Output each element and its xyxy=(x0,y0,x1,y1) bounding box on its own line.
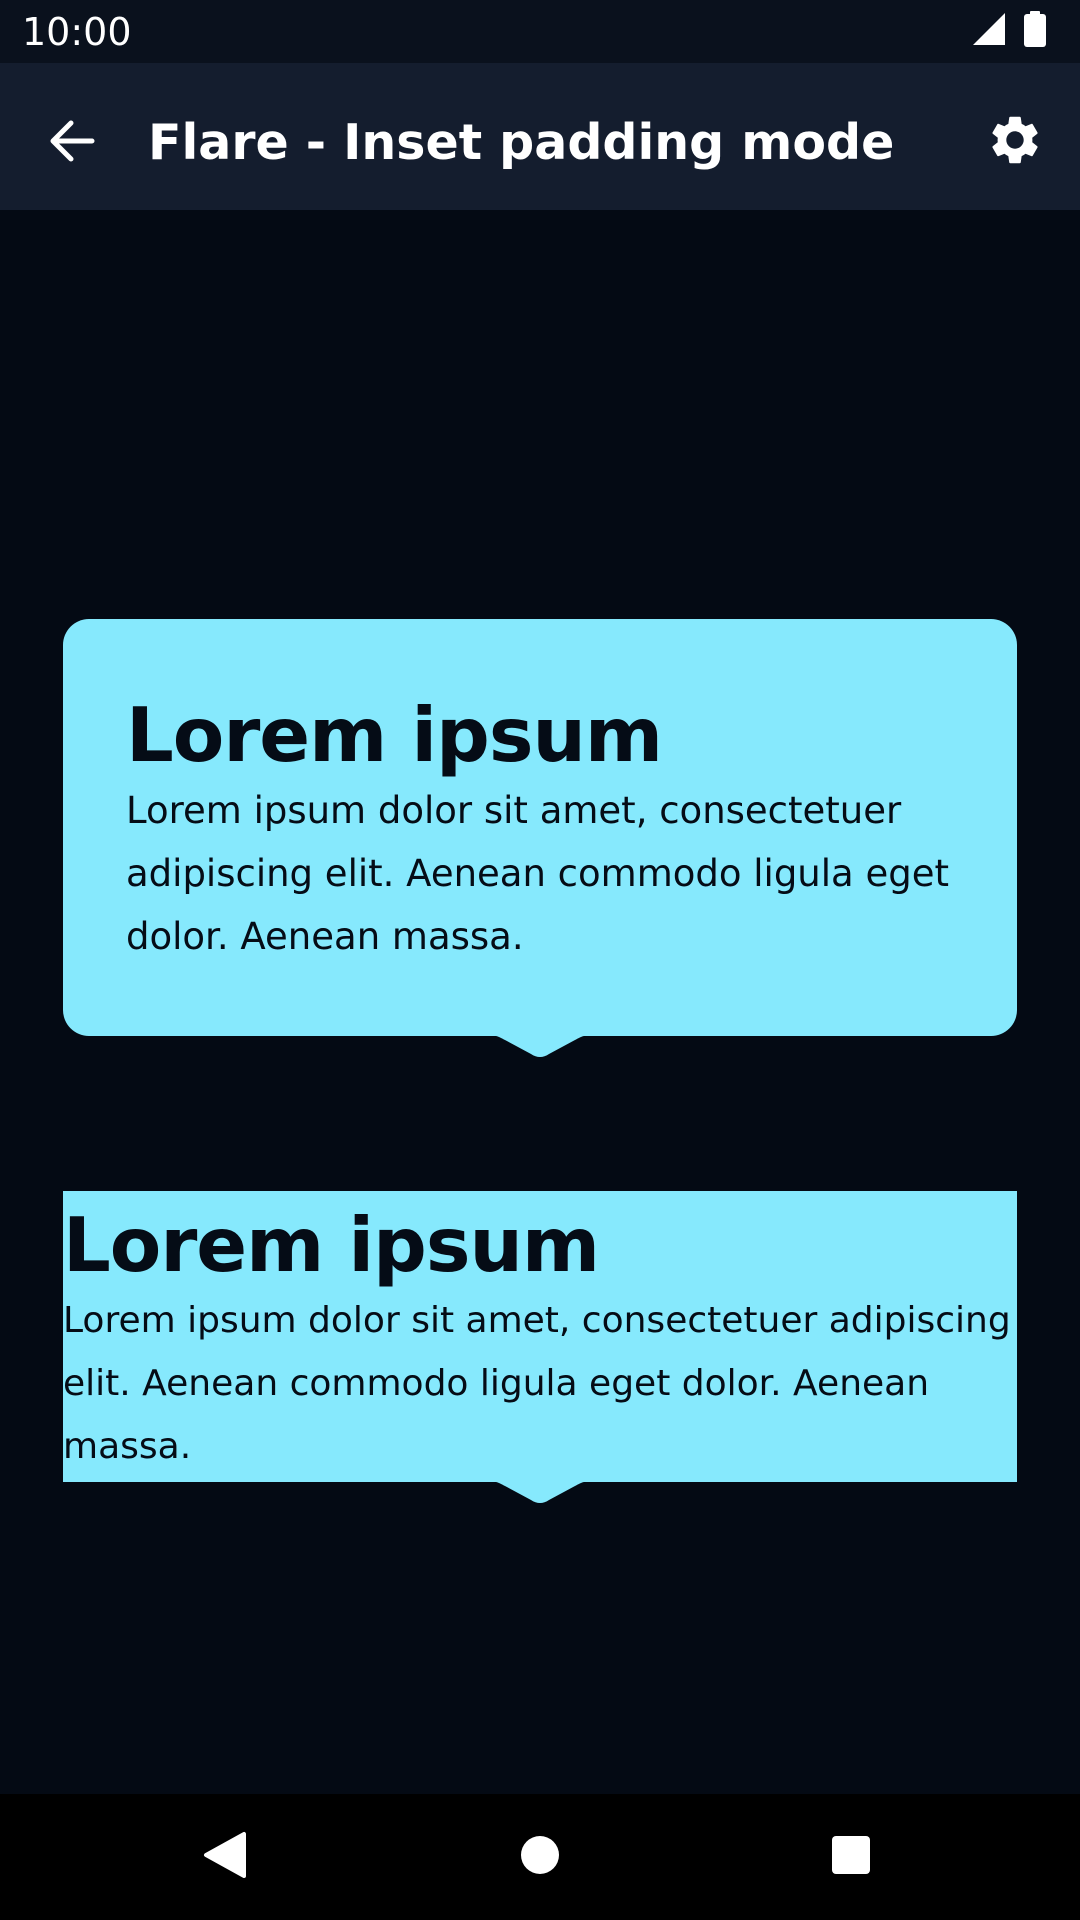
tooltip-body: Lorem ipsum dolor sit amet, consectetuer… xyxy=(126,789,949,958)
nav-recents-button[interactable] xyxy=(820,1826,882,1888)
home-circle-icon xyxy=(520,1835,560,1879)
tooltip-rounded: Lorem ipsum Lorem ipsum dolor sit amet, … xyxy=(63,619,1017,1036)
cell-signal-icon xyxy=(972,12,1006,50)
tooltip-body: Lorem ipsum dolor sit amet, consectetuer… xyxy=(63,1300,1011,1467)
tooltip-square: Lorem ipsum Lorem ipsum dolor sit amet, … xyxy=(63,1191,1017,1482)
nav-home-button[interactable] xyxy=(509,1826,571,1888)
app-bar: Flare - Inset padding mode xyxy=(0,63,1080,210)
status-time: 10:00 xyxy=(22,10,132,54)
tooltip-title: Lorem ipsum xyxy=(126,691,663,779)
arrow-back-icon xyxy=(48,117,96,169)
settings-button[interactable] xyxy=(976,103,1054,181)
gear-icon xyxy=(986,111,1044,173)
back-button[interactable] xyxy=(36,107,108,179)
navigation-bar xyxy=(0,1794,1080,1920)
nav-back-button[interactable] xyxy=(194,1826,256,1888)
status-bar: 10:00 xyxy=(0,0,1080,63)
battery-icon xyxy=(1024,11,1046,51)
status-icons xyxy=(972,11,1046,51)
back-triangle-icon xyxy=(202,1831,248,1883)
tooltip-tail xyxy=(477,1481,603,1503)
app-title: Flare - Inset padding mode xyxy=(148,114,895,171)
tooltip-tail xyxy=(477,1035,603,1057)
tooltip-title: Lorem ipsum xyxy=(63,1201,600,1289)
recents-square-icon xyxy=(831,1835,871,1879)
